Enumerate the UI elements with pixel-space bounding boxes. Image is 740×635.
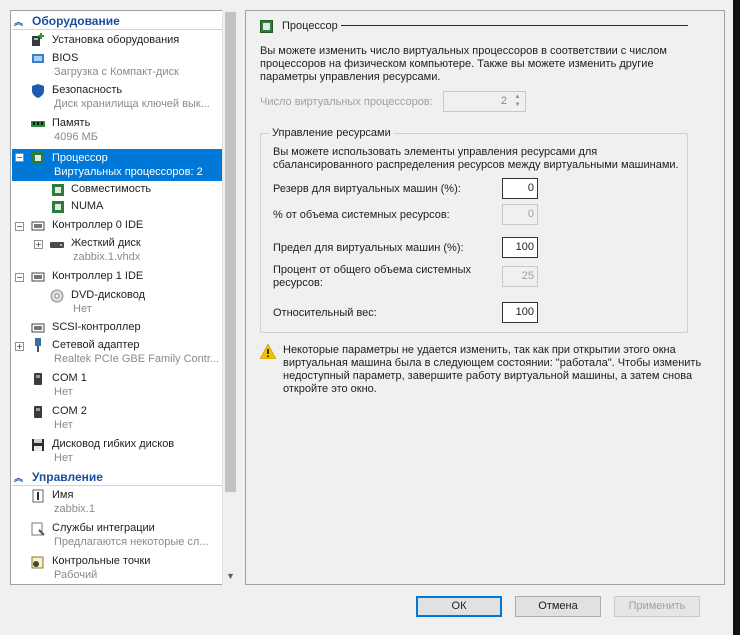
reserve-input[interactable]: 0 xyxy=(502,178,538,199)
ok-button[interactable]: ОК xyxy=(416,596,502,617)
resource-control-description: Вы можете использовать элементы управлен… xyxy=(273,146,679,171)
window-top-strip xyxy=(0,0,740,10)
window-edge xyxy=(733,0,740,635)
controller-icon xyxy=(31,272,45,282)
processor-icon xyxy=(260,20,273,33)
tree-item-bios[interactable]: BIOS Загрузка с Компакт-диск xyxy=(11,51,222,81)
limit-label: Предел для виртуальных машин (%): xyxy=(273,242,464,254)
tree-item-processor[interactable]: − Процессор Виртуальных процессоров: 2 xyxy=(11,149,222,181)
tree-item-dvd-drive[interactable]: DVD-дисковод Нет xyxy=(11,288,222,318)
processor-icon xyxy=(32,152,44,164)
tree-item-name[interactable]: Имя zabbix.1 xyxy=(11,488,222,518)
memory-icon xyxy=(31,121,45,127)
tree-item-add-hardware[interactable]: Установка оборудования xyxy=(11,33,222,49)
controller-icon xyxy=(31,323,45,333)
expand-toggle-icon[interactable]: + xyxy=(34,240,43,249)
hardware-section-header[interactable]: ︽ Оборудование xyxy=(12,13,222,29)
controller-icon xyxy=(31,221,45,231)
spinner-arrows-icon[interactable]: ▲ ▼ xyxy=(511,93,524,110)
collapse-toggle-icon[interactable]: − xyxy=(15,153,24,162)
expand-toggle-icon[interactable]: + xyxy=(15,342,24,351)
hard-drive-icon xyxy=(50,242,64,248)
limit-percent-label: Процент от общего объема системных ресур… xyxy=(273,264,471,289)
tree-item-com1[interactable]: COM 1 Нет xyxy=(11,371,222,401)
floppy-disk-icon xyxy=(32,439,44,451)
panel-description: Вы можете изменить число виртуальных про… xyxy=(260,45,667,83)
limit-percent-value: 25 xyxy=(502,266,538,287)
tree-item-integration-services[interactable]: Службы интеграции Предлагаются некоторые… xyxy=(11,521,222,551)
tree-item-security[interactable]: Безопасность Диск хранилища ключей вык..… xyxy=(11,83,222,113)
add-hardware-icon xyxy=(32,33,44,46)
serial-port-icon xyxy=(34,373,42,385)
collapse-chevron-icon: ︽ xyxy=(14,472,23,483)
name-field-icon xyxy=(32,489,44,503)
collapse-chevron-icon: ︽ xyxy=(14,16,23,27)
relative-weight-label: Относительный вес: xyxy=(273,307,377,319)
resource-control-title: Управление ресурсами xyxy=(269,127,394,139)
scroll-down-arrow-icon[interactable]: ▼ xyxy=(223,569,238,584)
tree-item-memory[interactable]: Память 4096 МБ xyxy=(11,116,222,146)
reserve-label: Резерв для виртуальных машин (%): xyxy=(273,183,461,195)
tree-item-scsi-controller[interactable]: SCSI-контроллер xyxy=(11,320,222,336)
reserve-percent-value: 0 xyxy=(502,204,538,225)
processor-icon xyxy=(52,184,64,196)
tree-item-ide-controller-1[interactable]: − Контроллер 1 IDE xyxy=(11,269,222,285)
tree-item-numa[interactable]: NUMA xyxy=(11,199,222,215)
collapse-toggle-icon[interactable]: − xyxy=(15,273,24,282)
limit-input[interactable]: 100 xyxy=(502,237,538,258)
apply-button[interactable]: Применить xyxy=(614,596,700,617)
tree-item-floppy-drive[interactable]: Дисковод гибких дисков Нет xyxy=(11,437,222,467)
section-divider xyxy=(12,485,222,486)
cancel-button[interactable]: Отмена xyxy=(515,596,601,617)
vcpu-count-spinner[interactable]: 2 ▲ ▼ xyxy=(443,91,526,112)
warning-icon xyxy=(260,344,276,359)
relative-weight-input[interactable]: 100 xyxy=(502,302,538,323)
title-underline xyxy=(341,25,688,26)
tree-item-ide-controller-0[interactable]: − Контроллер 0 IDE xyxy=(11,218,222,234)
section-divider xyxy=(12,29,222,30)
tree-item-network-adapter[interactable]: + Сетевой адаптер Realtek PCIe GBE Famil… xyxy=(11,338,222,368)
collapse-toggle-icon[interactable]: − xyxy=(15,222,24,231)
tree-item-compatibility[interactable]: Совместимость xyxy=(11,182,222,198)
network-adapter-icon xyxy=(35,338,41,352)
warning-message: Некоторые параметры не удается изменить,… xyxy=(283,344,702,395)
processor-icon xyxy=(52,201,64,213)
tree-scrollbar[interactable]: ▼ xyxy=(222,10,237,585)
vcpu-count-label: Число виртуальных процессоров: xyxy=(260,96,433,108)
dvd-disc-icon xyxy=(50,289,64,303)
serial-port-icon xyxy=(34,406,42,418)
tree-item-checkpoints[interactable]: Контрольные точки Рабочий xyxy=(11,554,222,584)
panel-title: Процессор xyxy=(282,20,338,32)
tree-item-hard-drive[interactable]: + Жесткий диск zabbix.1.vhdx xyxy=(11,236,222,266)
integration-services-icon xyxy=(31,522,45,536)
bios-chip-icon xyxy=(32,54,44,63)
scrollbar-thumb[interactable] xyxy=(225,12,236,492)
shield-icon xyxy=(32,84,44,98)
settings-tree: ︽ Оборудование Установка оборудования BI… xyxy=(10,10,237,585)
management-section-header[interactable]: ︽ Управление xyxy=(12,469,222,485)
tree-item-com2[interactable]: COM 2 Нет xyxy=(11,404,222,434)
processor-settings-panel: Процессор Вы можете изменить число вирту… xyxy=(245,10,725,585)
reserve-percent-label: % от объема системных ресурсов: xyxy=(273,209,450,221)
checkpoints-icon xyxy=(31,556,44,569)
